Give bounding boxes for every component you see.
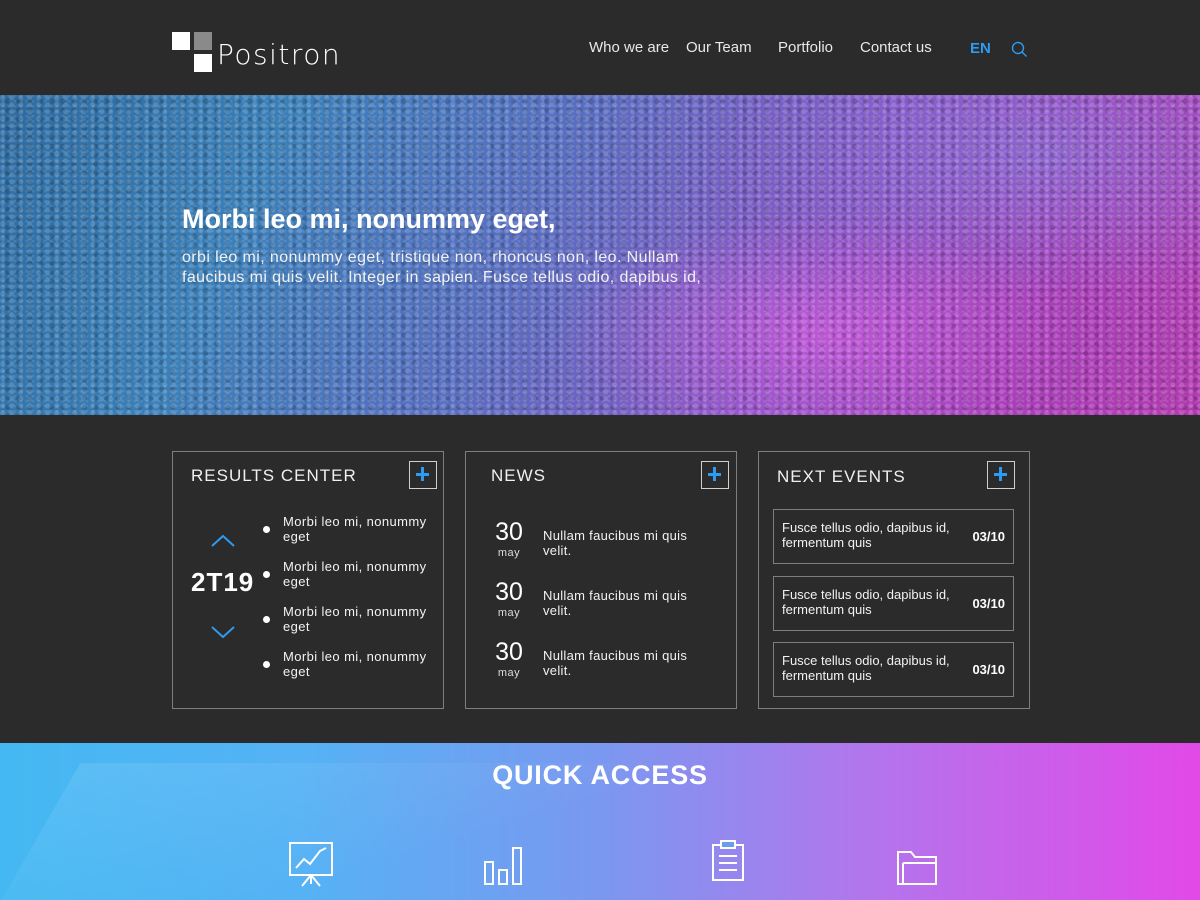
results-item-text: Morbi leo mi, nonummy eget — [283, 649, 427, 679]
hero-title: Morbi leo mi, nonummy eget, — [182, 204, 556, 234]
nav-who-we-are[interactable]: Who we are — [589, 39, 669, 57]
search-icon[interactable] — [1011, 41, 1028, 58]
news-item[interactable]: 30 may Nullam faucibus mi quis velit. — [491, 579, 731, 629]
results-center-panel: RESULTS CENTER 2T19 Morbi leo mi, nonumm… — [172, 451, 444, 709]
language-selector[interactable]: EN — [970, 40, 991, 57]
news-add-icon[interactable] — [701, 461, 729, 489]
news-month: may — [497, 667, 521, 679]
logo-text: Positron — [217, 38, 342, 71]
news-text: Nullam faucibus mi quis velit. — [543, 588, 688, 618]
results-center-add-icon[interactable] — [409, 461, 437, 489]
event-card[interactable]: Fusce tellus odio, dapibus id, fermentum… — [773, 642, 1014, 697]
event-date: 03/10 — [972, 662, 1005, 677]
folder-icon[interactable] — [896, 848, 938, 886]
results-item-text: Morbi leo mi, nonummy eget — [283, 514, 427, 544]
results-center-title: RESULTS CENTER — [191, 466, 357, 485]
next-events-title: NEXT EVENTS — [777, 467, 906, 486]
bullet-icon — [263, 616, 270, 623]
next-events-panel: NEXT EVENTS Fusce tellus odio, dapibus i… — [758, 451, 1030, 709]
news-text: Nullam faucibus mi quis velit. — [543, 648, 688, 678]
events-add-icon[interactable] — [987, 461, 1015, 489]
results-item-text: Morbi leo mi, nonummy eget — [283, 559, 427, 589]
chevron-down-icon[interactable] — [210, 624, 236, 640]
event-date: 03/10 — [972, 529, 1005, 544]
event-text: Fusce tellus odio, dapibus id, fermentum… — [782, 653, 950, 683]
logo-mark-icon — [172, 32, 214, 74]
logo[interactable]: Positron — [172, 32, 347, 74]
bullet-icon — [263, 571, 270, 578]
news-month: may — [497, 547, 521, 559]
news-item[interactable]: 30 may Nullam faucibus mi quis velit. — [491, 519, 731, 569]
news-day: 30 — [495, 518, 523, 546]
news-month: may — [497, 607, 521, 619]
bullet-icon — [263, 526, 270, 533]
bar-chart-icon[interactable] — [482, 844, 526, 888]
quick-access-section: QUICK ACCESS — [0, 743, 1200, 900]
clipboard-icon[interactable] — [710, 840, 746, 882]
event-text: Fusce tellus odio, dapibus id, fermentum… — [782, 520, 950, 550]
news-title: NEWS — [491, 466, 546, 485]
news-panel: NEWS 30 may Nullam faucibus mi quis veli… — [465, 451, 737, 709]
event-card[interactable]: Fusce tellus odio, dapibus id, fermentum… — [773, 576, 1014, 631]
hero-text: orbi leo mi, nonummy eget, tristique non… — [182, 249, 702, 286]
chevron-up-icon[interactable] — [210, 533, 236, 549]
nav-portfolio[interactable]: Portfolio — [778, 39, 833, 57]
event-text: Fusce tellus odio, dapibus id, fermentum… — [782, 587, 950, 617]
news-item[interactable]: 30 may Nullam faucibus mi quis velit. — [491, 639, 731, 689]
quick-access-title: QUICK ACCESS — [492, 760, 708, 790]
news-text: Nullam faucibus mi quis velit. — [543, 528, 688, 558]
nav-contact-us[interactable]: Contact us — [860, 39, 932, 57]
site-header: Positron Who we are Our Team Portfolio C… — [0, 0, 1200, 95]
event-date: 03/10 — [972, 596, 1005, 611]
bullet-icon — [263, 661, 270, 668]
news-day: 30 — [495, 638, 523, 666]
hero-banner: Morbi leo mi, nonummy eget, orbi leo mi,… — [0, 95, 1200, 415]
news-day: 30 — [495, 578, 523, 606]
year-display: 2T19 — [191, 567, 255, 597]
presentation-chart-icon[interactable] — [287, 840, 335, 888]
nav-our-team[interactable]: Our Team — [686, 39, 752, 57]
results-item-text: Morbi leo mi, nonummy eget — [283, 604, 427, 634]
event-card[interactable]: Fusce tellus odio, dapibus id, fermentum… — [773, 509, 1014, 564]
